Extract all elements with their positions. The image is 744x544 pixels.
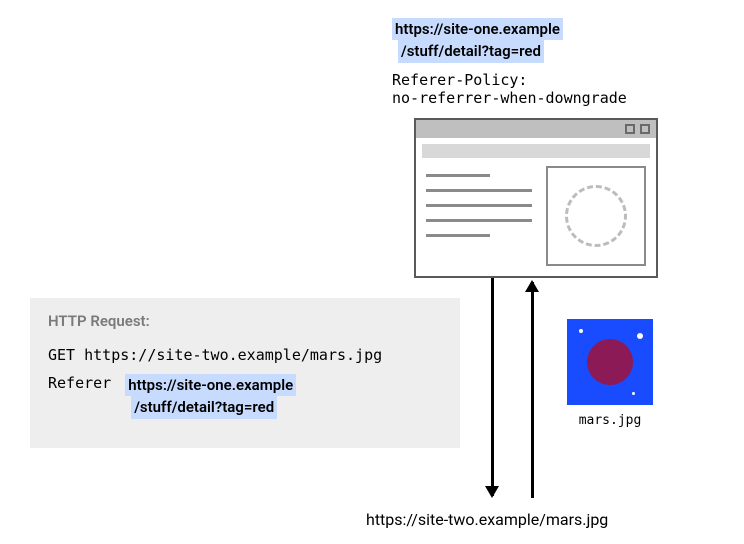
browser-content <box>426 166 646 266</box>
http-get-line: GET https://site-two.example/mars.jpg <box>48 346 442 364</box>
referrer-policy: Referer-Policy: no-referrer-when-downgra… <box>392 71 692 107</box>
policy-label: Referer-Policy: <box>392 71 527 89</box>
response-filename: mars.jpg <box>565 413 655 428</box>
browser-titlebar <box>416 120 656 138</box>
image-placeholder <box>546 166 646 266</box>
response-arrow-up-icon <box>531 282 534 498</box>
window-control-icon <box>625 124 635 134</box>
page-url-line2: /stuff/detail?tag=red <box>398 40 544 62</box>
page-url-line1: https://site-one.example <box>392 18 563 40</box>
referer-url-line1: https://site-one.example <box>125 374 296 396</box>
response-image: mars.jpg <box>565 319 655 428</box>
mars-image-icon <box>567 319 653 405</box>
referer-label: Referer <box>48 374 111 392</box>
browser-urlbar <box>422 144 650 158</box>
http-request-box: HTTP Request: GET https://site-two.examp… <box>30 298 460 448</box>
http-request-title: HTTP Request: <box>48 312 442 330</box>
loading-circle-icon <box>565 185 627 247</box>
page-url-and-policy: https://site-one.example /stuff/detail?t… <box>392 18 692 107</box>
resource-url: https://site-two.example/mars.jpg <box>366 510 608 529</box>
window-control-icon <box>640 124 650 134</box>
request-arrow-down-icon <box>491 278 494 496</box>
text-lines-placeholder <box>426 166 532 266</box>
window-controls <box>625 124 650 134</box>
browser-window <box>414 118 658 278</box>
policy-value: no-referrer-when-downgrade <box>392 89 627 107</box>
referer-url-line2: /stuff/detail?tag=red <box>131 396 277 418</box>
